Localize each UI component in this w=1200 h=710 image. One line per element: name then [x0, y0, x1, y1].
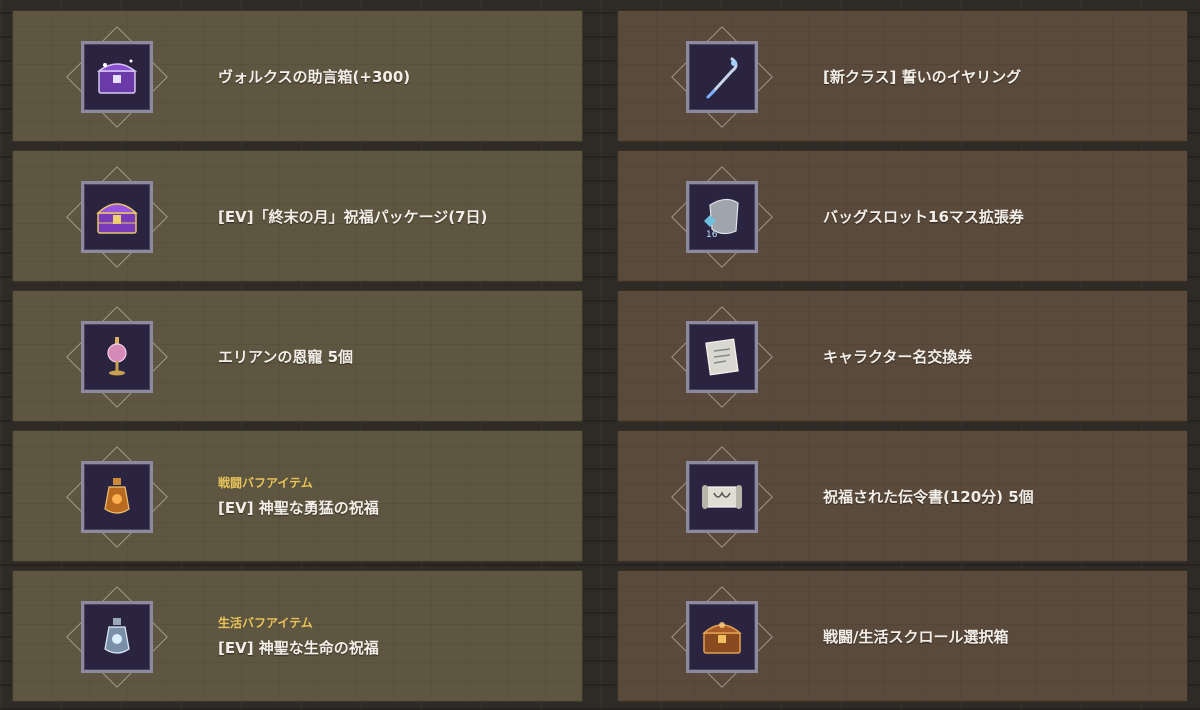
reward-card: ヴォルクスの助言箱(+300)	[12, 10, 583, 142]
left-item-column: ヴォルクスの助言箱(+300) [EV]「終末の月」祝福パッケージ(7日) エリ…	[12, 10, 583, 702]
item-name: [EV] 神聖な勇猛の祝福	[218, 499, 379, 517]
item-name: [新クラス] 誓いのイヤリング	[823, 67, 1022, 86]
item-name: 祝福された伝令書(120分) 5個	[823, 487, 1034, 506]
icon-frame	[66, 306, 168, 408]
item-name: エリアンの恩寵 5個	[218, 347, 354, 366]
icon-frame	[66, 446, 168, 548]
reward-card: エリアンの恩寵 5個	[12, 290, 583, 422]
reward-card: 戦闘バフアイテム [EV] 神聖な勇猛の祝福	[12, 430, 583, 562]
item-name: キャラクター名交換券	[823, 347, 973, 366]
blue-potion-icon	[81, 601, 153, 673]
item-name: 戦闘/生活スクロール選択箱	[823, 627, 1009, 646]
reward-card: 戦闘/生活スクロール選択箱	[617, 570, 1188, 702]
icon-frame	[66, 26, 168, 128]
icon-frame	[671, 446, 773, 548]
reward-card: 16 バッグスロット16マス拡張券	[617, 150, 1188, 282]
scroll-icon	[686, 461, 758, 533]
reward-card: キャラクター名交換券	[617, 290, 1188, 422]
icon-frame	[66, 166, 168, 268]
name-ticket-icon	[686, 321, 758, 393]
item-name: [EV] 神聖な生命の祝福	[218, 639, 379, 657]
reward-card: [EV]「終末の月」祝福パッケージ(7日)	[12, 150, 583, 282]
icon-frame	[671, 306, 773, 408]
purple-treasure-chest-icon	[81, 181, 153, 253]
reward-card: 祝福された伝令書(120分) 5個	[617, 430, 1188, 562]
icon-frame	[671, 586, 773, 688]
earring-icon	[686, 41, 758, 113]
icon-frame	[66, 586, 168, 688]
bag-slot-icon: 16	[686, 181, 758, 253]
item-name: [EV]「終末の月」祝福パッケージ(7日)	[218, 207, 488, 226]
orange-potion-icon	[81, 461, 153, 533]
icon-frame	[671, 26, 773, 128]
icon-frame: 16	[671, 166, 773, 268]
purple-chest-icon	[81, 41, 153, 113]
wooden-chest-icon	[686, 601, 758, 673]
item-category: 生活バフアイテム	[218, 616, 313, 630]
reward-card: [新クラス] 誓いのイヤリング	[617, 10, 1188, 142]
item-name: バッグスロット16マス拡張券	[823, 207, 1024, 226]
reward-card: 生活バフアイテム [EV] 神聖な生命の祝福	[12, 570, 583, 702]
bag-slot-badge: 16	[706, 230, 718, 240]
item-name: ヴォルクスの助言箱(+300)	[218, 67, 411, 86]
right-item-column: [新クラス] 誓いのイヤリング 16 バッグスロット16マス拡張券 キャラクター…	[617, 10, 1188, 702]
item-category: 戦闘バフアイテム	[218, 476, 313, 490]
pink-potion-icon	[81, 321, 153, 393]
